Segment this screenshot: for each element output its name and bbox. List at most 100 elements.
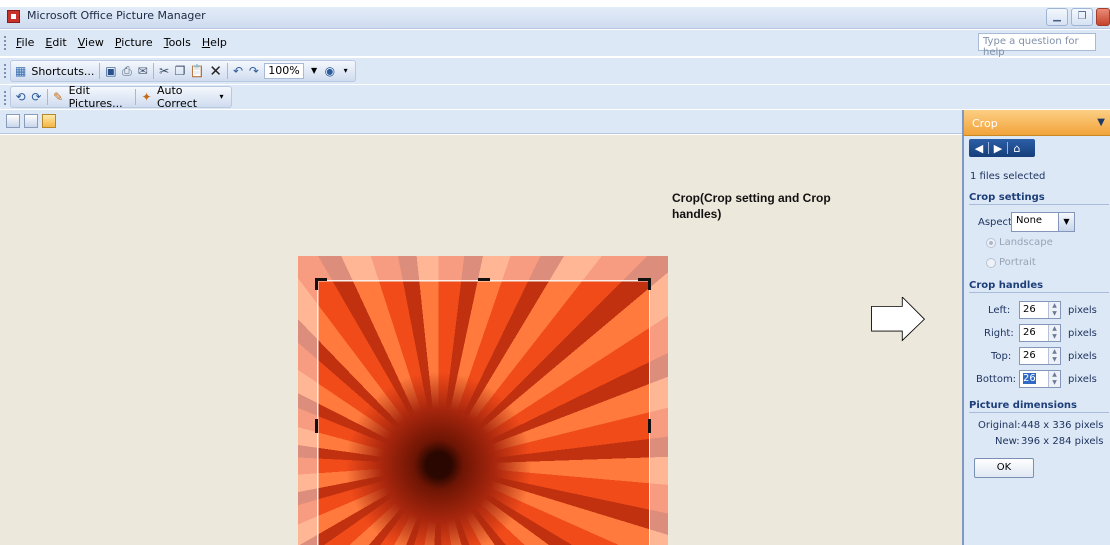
landscape-radio[interactable]	[986, 238, 996, 248]
portrait-radio[interactable]	[986, 258, 996, 268]
delete-icon[interactable]: ✕	[209, 63, 222, 78]
rotate-left-icon[interactable]: ⟲	[15, 90, 26, 104]
right-crop-value: 26	[1023, 327, 1036, 338]
crop-handle-left[interactable]	[315, 419, 318, 433]
help-icon[interactable]: ◉	[324, 64, 335, 78]
menu-label-rest: ile	[21, 36, 35, 49]
aspect-ratio-value: None	[1016, 215, 1043, 226]
top-label: Top:	[991, 351, 1012, 362]
files-selected-text: 1 files selected	[970, 171, 1046, 182]
save-icon[interactable]: ▣	[105, 64, 116, 78]
portrait-label: Portrait	[999, 257, 1036, 268]
spinner-icon[interactable]: ▲ ▼	[1048, 302, 1060, 318]
copy-icon[interactable]: ❐	[175, 64, 186, 78]
minimize-button[interactable]: ▁	[1046, 8, 1068, 26]
spinner-icon[interactable]: ▲ ▼	[1048, 371, 1060, 387]
left-label: Left:	[988, 305, 1011, 316]
menu-help[interactable]: Help	[202, 36, 227, 49]
original-dimensions: 448 x 336 pixels	[1021, 420, 1104, 431]
menu-mnemonic: V	[77, 36, 86, 49]
crop-box[interactable]	[317, 280, 650, 545]
top-crop-value: 26	[1023, 350, 1036, 361]
bottom-crop-value: 26	[1023, 373, 1036, 384]
bottom-label: Bottom:	[976, 374, 1017, 385]
standard-toolbar: ▦ Shortcuts... ▣ ⎙ ✉ ✂ ❐ 📋 ✕ ↶ ↷ 100% ▼ …	[0, 58, 1110, 84]
filmstrip-view-icon[interactable]	[24, 114, 38, 128]
crop-handle-right[interactable]	[648, 419, 651, 433]
spinner-icon[interactable]: ▲ ▼	[1048, 325, 1060, 341]
menu-view[interactable]: View	[78, 36, 104, 49]
menu-label-rest: icture	[121, 36, 153, 49]
spinner-icon[interactable]: ▲ ▼	[1048, 348, 1060, 364]
redo-icon[interactable]: ↷	[248, 64, 259, 78]
undo-icon[interactable]: ↶	[233, 64, 244, 78]
window-title: Microsoft Office Picture Manager	[27, 9, 206, 22]
new-dimensions: 396 x 284 pixels	[1021, 436, 1104, 447]
restore-button[interactable]: ❐	[1071, 8, 1093, 26]
close-button[interactable]	[1096, 8, 1110, 26]
task-pane-header: Crop ▼	[964, 110, 1110, 136]
cut-icon[interactable]: ✂	[159, 64, 170, 78]
crop-handle-top-right[interactable]	[648, 278, 651, 290]
auto-correct-icon: ✦	[141, 90, 152, 104]
email-icon[interactable]: ✉	[137, 64, 148, 78]
menu-grip[interactable]	[4, 36, 6, 50]
print-icon[interactable]: ⎙	[122, 64, 133, 78]
left-crop-input[interactable]: 26 ▲ ▼	[1019, 301, 1061, 319]
nav-separator	[1007, 142, 1008, 154]
forward-icon[interactable]: ▶	[991, 141, 1005, 155]
chevron-down-icon[interactable]: ▼	[1097, 117, 1105, 128]
aspect-ratio-select[interactable]: None ▼	[1011, 212, 1075, 232]
toolbar-separator	[46, 89, 48, 105]
edit-pictures-button[interactable]: Edit Pictures...	[69, 84, 131, 110]
toolbar-grip[interactable]	[4, 91, 6, 105]
menu-label-rest: elp	[210, 36, 227, 49]
chevron-down-icon[interactable]: ▼	[309, 64, 320, 78]
shortcuts-icon: ▦	[15, 64, 27, 78]
menu-file[interactable]: File	[16, 36, 34, 49]
menu-edit[interactable]: Edit	[45, 36, 66, 49]
menu-picture[interactable]: Picture	[115, 36, 153, 49]
menu-tools[interactable]: Tools	[164, 36, 191, 49]
right-crop-input[interactable]: 26 ▲ ▼	[1019, 324, 1061, 342]
menu-label-rest: ools	[168, 36, 191, 49]
rotate-right-icon[interactable]: ⟳	[31, 90, 42, 104]
original-label: Original:	[978, 420, 1021, 431]
nav-separator	[988, 142, 989, 154]
zoom-select[interactable]: 100%	[264, 63, 304, 79]
toolbar-separator	[226, 63, 228, 79]
crop-handle-top[interactable]	[478, 278, 490, 281]
annotation-arrow-icon	[871, 297, 926, 342]
paste-icon[interactable]: 📋	[190, 64, 205, 78]
back-icon[interactable]: ◀	[972, 141, 986, 155]
shortcuts-button[interactable]: Shortcuts...	[31, 65, 94, 78]
pixels-unit: pixels	[1068, 328, 1097, 339]
ok-button[interactable]: OK	[974, 458, 1034, 478]
single-picture-view-icon[interactable]	[42, 114, 56, 128]
toolbar-grip[interactable]	[4, 64, 6, 78]
picture-preview	[298, 256, 668, 545]
bottom-crop-input[interactable]: 26 ▲ ▼	[1019, 370, 1061, 388]
help-search-input[interactable]: Type a question for help	[978, 33, 1096, 58]
menu-bar: File Edit View Picture Tools Help Type a ques…	[0, 30, 1110, 58]
task-pane-title: Crop	[972, 117, 998, 130]
crop-settings-heading: Crop settings	[969, 192, 1109, 205]
chevron-down-icon[interactable]: ▼	[1058, 213, 1074, 231]
pixels-unit: pixels	[1068, 305, 1097, 316]
toolbar-options-icon[interactable]: ▾	[216, 90, 227, 104]
annotation-label: Crop(Crop setting and Crop handles)	[672, 191, 831, 221]
toolbar-options-icon[interactable]: ▾	[340, 64, 351, 78]
crop-handles-heading: Crop handles	[969, 280, 1109, 293]
top-crop-input[interactable]: 26 ▲ ▼	[1019, 347, 1061, 365]
cropped-area-right	[649, 282, 668, 545]
home-icon[interactable]: ⌂	[1010, 141, 1024, 155]
landscape-label: Landscape	[999, 237, 1053, 248]
menu-list: File Edit View Picture Tools Help	[16, 36, 227, 49]
cropped-area-left	[298, 282, 319, 545]
standard-toolbar-strip: ▦ Shortcuts... ▣ ⎙ ✉ ✂ ❐ 📋 ✕ ↶ ↷ 100% ▼ …	[10, 60, 356, 82]
thumbnail-view-icon[interactable]	[6, 114, 20, 128]
edit-pictures-icon: ✎	[53, 90, 64, 104]
crop-handle-top-left[interactable]	[315, 278, 318, 290]
window-controls: ▁ ❐	[1046, 8, 1110, 26]
auto-correct-button[interactable]: Auto Correct	[157, 84, 211, 110]
